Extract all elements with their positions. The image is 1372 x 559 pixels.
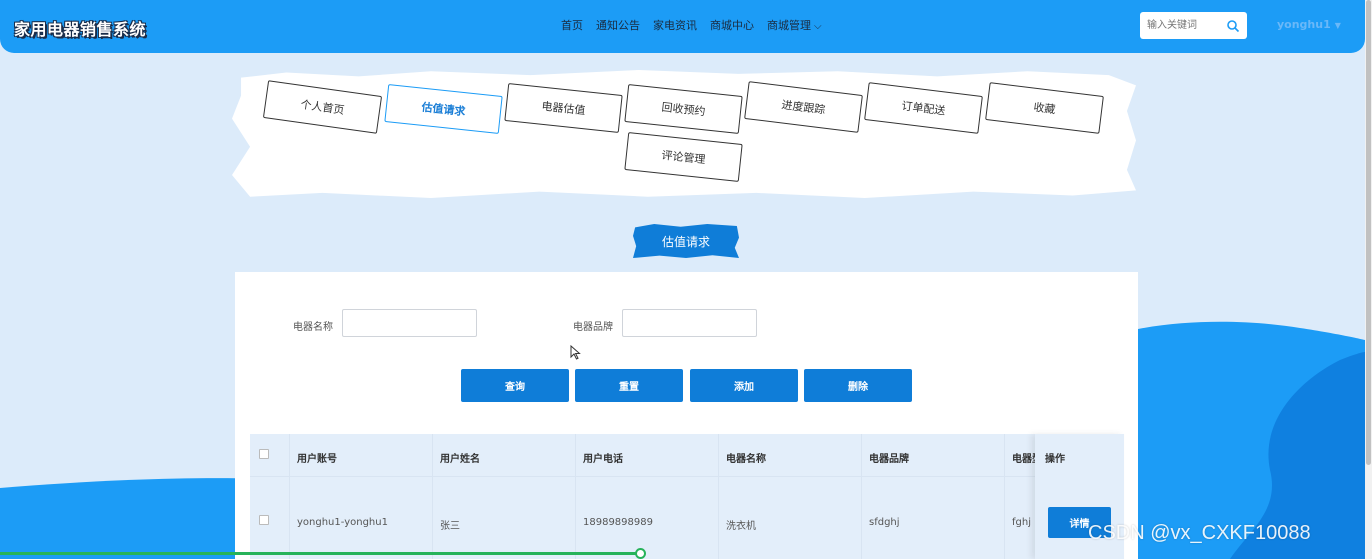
add-button[interactable]: 添加 bbox=[690, 369, 798, 402]
user-menu[interactable]: yonghu1 ▼ bbox=[1277, 18, 1341, 31]
reset-button[interactable]: 重置 bbox=[575, 369, 683, 402]
page-title: 估值请求 bbox=[633, 224, 739, 258]
progress-line bbox=[0, 552, 641, 555]
header-operations: 操作 bbox=[1045, 454, 1065, 465]
row-checkbox[interactable] bbox=[259, 515, 269, 525]
select-all-checkbox[interactable] bbox=[259, 449, 269, 459]
appliance-brand-input[interactable] bbox=[622, 309, 757, 337]
chevron-down-icon: ⌵ bbox=[814, 21, 822, 32]
header-user-phone: 用户电话 bbox=[583, 454, 623, 465]
header-appliance-model: 电器型 bbox=[1012, 454, 1036, 465]
appliance-brand-label: 电器品牌 bbox=[573, 322, 613, 333]
column-divider bbox=[1004, 434, 1005, 559]
header-user-account: 用户账号 bbox=[297, 454, 337, 465]
cell-appliance-brand: sfdghj bbox=[869, 517, 900, 528]
main-card: 电器名称 电器品牌 查询 重置 添加 删除 用户账号 用户姓名 用户电话 电器名… bbox=[235, 272, 1138, 559]
watermark: CSDN @vx_CXKF10088 bbox=[1088, 522, 1311, 544]
appliance-name-input[interactable] bbox=[342, 309, 477, 337]
scrollbar-thumb[interactable] bbox=[1366, 0, 1371, 465]
progress-handle[interactable] bbox=[635, 548, 646, 559]
search-box bbox=[1140, 12, 1247, 39]
search-icon[interactable] bbox=[1226, 19, 1240, 33]
nav-news[interactable]: 家电资讯 bbox=[653, 17, 697, 33]
main-nav: 首页 通知公告 家电资讯 商城中心 商城管理 ⌵ bbox=[561, 17, 835, 33]
caret-down-icon: ▼ bbox=[1334, 21, 1341, 30]
cell-appliance-name: 洗衣机 bbox=[726, 521, 756, 532]
nav-mall-manage-label: 商城管理 bbox=[767, 19, 811, 32]
data-table: 用户账号 用户姓名 用户电话 电器名称 电器品牌 电器型 yonghu1-yon… bbox=[250, 434, 1124, 559]
nav-mall[interactable]: 商城中心 bbox=[710, 17, 754, 33]
cell-appliance-model: fghj bbox=[1012, 517, 1031, 528]
mouse-cursor-icon bbox=[570, 345, 581, 360]
column-divider bbox=[718, 434, 719, 559]
cell-user-phone: 18989898989 bbox=[583, 517, 653, 528]
delete-button[interactable]: 删除 bbox=[804, 369, 912, 402]
search-input[interactable] bbox=[1140, 13, 1224, 38]
scrollbar[interactable] bbox=[1365, 0, 1372, 559]
nav-home[interactable]: 首页 bbox=[561, 17, 583, 33]
column-divider bbox=[575, 434, 576, 559]
query-button[interactable]: 查询 bbox=[461, 369, 569, 402]
header-appliance-name: 电器名称 bbox=[726, 454, 766, 465]
top-header: 家用电器销售系统 首页 通知公告 家电资讯 商城中心 商城管理⌵ yonghu1… bbox=[0, 0, 1365, 53]
cell-user-account: yonghu1-yonghu1 bbox=[297, 517, 388, 528]
nav-mall-manage[interactable]: 商城管理 ⌵ bbox=[767, 17, 822, 33]
table-header-row bbox=[250, 434, 1124, 477]
column-divider bbox=[861, 434, 862, 559]
header-appliance-brand: 电器品牌 bbox=[869, 454, 909, 465]
appliance-name-label: 电器名称 bbox=[293, 322, 333, 333]
column-divider bbox=[289, 434, 290, 559]
cell-user-name: 张三 bbox=[440, 521, 460, 532]
nav-notices[interactable]: 通知公告 bbox=[596, 17, 640, 33]
username: yonghu1 bbox=[1277, 18, 1331, 31]
site-logo[interactable]: 家用电器销售系统 bbox=[14, 16, 146, 40]
column-divider bbox=[432, 434, 433, 559]
header-user-name: 用户姓名 bbox=[440, 454, 480, 465]
